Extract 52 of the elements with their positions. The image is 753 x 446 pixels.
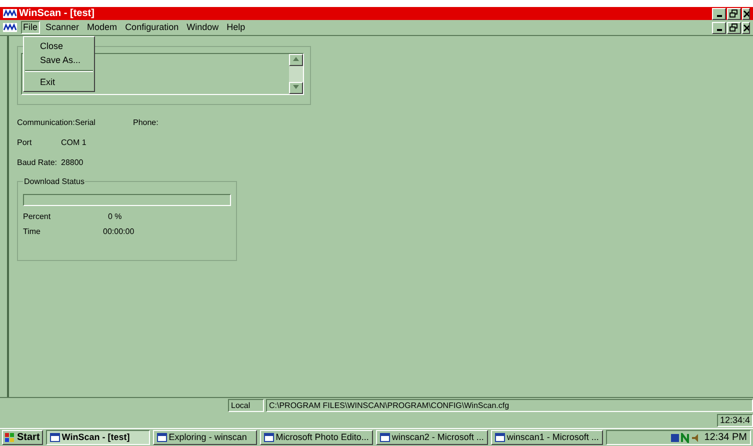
communication-label: Communication: <box>17 117 75 129</box>
baud-rate-label: Baud Rate: <box>17 157 58 169</box>
window-icon <box>380 433 390 442</box>
minimize-icon <box>716 14 722 16</box>
port-value: COM 1 <box>61 137 86 149</box>
time-label: Time <box>23 226 42 238</box>
minimize-button[interactable] <box>712 8 726 20</box>
window-icon <box>264 433 274 442</box>
windows-logo-icon <box>5 432 15 442</box>
scroll-up-icon[interactable] <box>289 54 303 66</box>
close-button[interactable] <box>742 8 750 20</box>
menu-item[interactable]: File <box>21 21 40 34</box>
menu-option[interactable]: Exit <box>24 75 94 89</box>
close-document-button[interactable] <box>742 22 750 34</box>
port-label: Port <box>17 137 33 149</box>
window-icon <box>156 433 167 442</box>
status-mode: Local <box>228 399 264 412</box>
status-clock: 12:34:4 <box>716 414 753 426</box>
baud-rate-value: 28800 <box>61 157 84 169</box>
taskbar-button[interactable]: Exploring - winscan <box>152 430 257 445</box>
status-path: C:\PROGRAM FILES\WINSCAN\PROGRAM\CONFIG\WinScan.cfg <box>266 399 753 412</box>
percent-label: Percent <box>23 210 52 222</box>
app-logo-icon <box>3 9 17 18</box>
menu-item[interactable]: Help <box>224 21 248 34</box>
phone-label: Phone: <box>133 117 158 129</box>
taskbar-button[interactable]: winscan2 - Microsoft ... <box>376 430 488 445</box>
menu-option[interactable]: Save As... <box>24 53 94 67</box>
taskbar-button[interactable]: Microsoft Photo Edito... <box>260 430 373 445</box>
restore-button[interactable] <box>727 8 741 20</box>
window-title: WinScan - [test] <box>19 8 94 18</box>
taskbar-button[interactable]: WinScan - [test] <box>46 430 150 445</box>
time-value: 00:00:00 <box>103 226 134 238</box>
communication-value: Serial <box>75 117 96 129</box>
minimize-icon <box>716 28 722 30</box>
start-button[interactable]: Start <box>2 430 43 445</box>
tray-clock: 12:34 PM <box>704 431 747 445</box>
app-logo-icon <box>3 23 17 32</box>
menu-item[interactable]: Modem <box>85 21 120 34</box>
menu-option[interactable]: Close <box>24 39 94 53</box>
menu-item[interactable]: Configuration <box>123 21 181 34</box>
scroll-down-icon[interactable] <box>289 82 303 94</box>
minimize-button[interactable] <box>712 22 726 34</box>
window-icon <box>494 433 505 442</box>
close-icon <box>743 22 749 32</box>
taskbar-button[interactable]: winscan1 - Microsoft ... <box>490 430 603 445</box>
menu-item[interactable]: Scanner <box>44 21 82 34</box>
menu-item[interactable]: Window <box>184 21 221 34</box>
scrollbar[interactable] <box>289 54 303 94</box>
close-icon <box>743 8 749 18</box>
restore-button[interactable] <box>727 22 741 34</box>
window-icon <box>50 433 60 442</box>
percent-value: 0 % <box>108 210 122 222</box>
